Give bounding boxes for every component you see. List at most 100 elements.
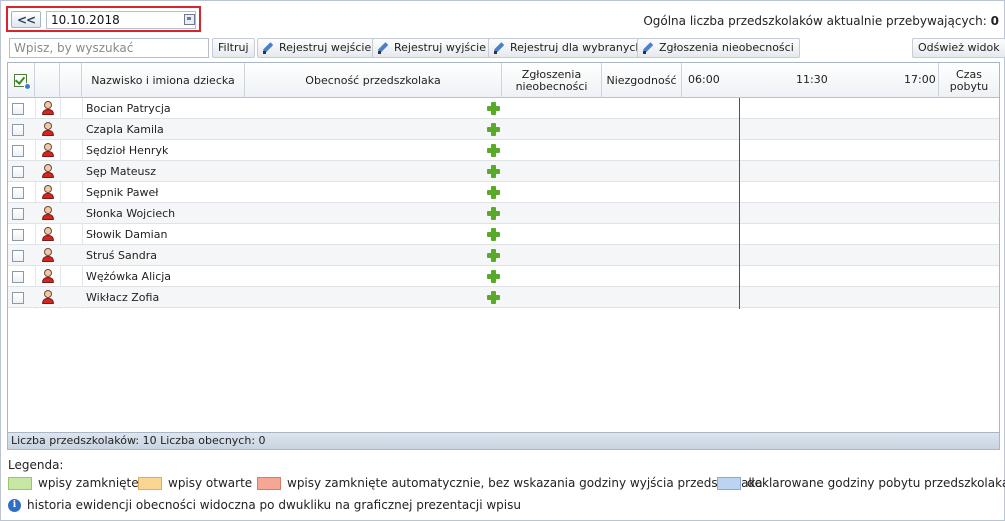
table-row[interactable]: Słowik Damian xyxy=(8,224,999,245)
add-presence-icon[interactable] xyxy=(487,186,500,199)
grid-header: Nazwisko i imiona dziecka Obecność przed… xyxy=(8,63,999,98)
legend-item-declared-hours: deklarowane godziny pobytu przedszkolaka xyxy=(717,476,1005,490)
child-icon xyxy=(41,122,55,137)
refresh-view-label: Odśwież widok xyxy=(918,41,1000,54)
add-presence-icon[interactable] xyxy=(487,123,500,136)
child-name: Słowik Damian xyxy=(86,228,168,241)
add-presence-icon[interactable] xyxy=(487,270,500,283)
add-presence-icon[interactable] xyxy=(487,102,500,115)
info-icon: i xyxy=(8,498,21,512)
add-presence-icon[interactable] xyxy=(487,228,500,241)
row-checkbox[interactable] xyxy=(12,124,24,136)
child-name: Sędzioł Henryk xyxy=(86,144,169,157)
row-checkbox[interactable] xyxy=(12,145,24,157)
row-checkbox[interactable] xyxy=(12,271,24,283)
pencil-icon xyxy=(263,42,275,54)
legend-swatch xyxy=(717,476,741,490)
child-icon xyxy=(41,185,55,200)
column-header-absence-reports: Zgłoszenia nieobecności xyxy=(502,63,602,98)
select-all-checkbox-icon[interactable] xyxy=(14,73,31,90)
total-present-value: 0 xyxy=(990,14,999,28)
child-icon xyxy=(41,290,55,305)
legend-info: i historia ewidencji obecności widoczna … xyxy=(8,498,521,512)
table-row[interactable]: Czapla Kamila xyxy=(8,119,999,140)
legend-item-closed: wpisy zamknięte xyxy=(8,476,139,490)
child-name: Wikłacz Zofia xyxy=(86,291,160,304)
table-row[interactable]: Słonka Wojciech xyxy=(8,203,999,224)
refresh-view-button[interactable]: Odśwież widok xyxy=(912,38,1005,58)
table-row[interactable]: Sępnik Paweł xyxy=(8,182,999,203)
register-selected-label: Rejestruj dla wybranych xyxy=(510,41,643,54)
child-name: Wężówka Alicja xyxy=(86,270,172,283)
child-name: Słonka Wojciech xyxy=(86,207,176,220)
column-header-name[interactable]: Nazwisko i imiona dziecka xyxy=(82,63,245,98)
column-header-timeline: 06:00 11:30 17:00 xyxy=(682,63,939,98)
child-name: Sęp Mateusz xyxy=(86,165,157,178)
toolbar: Filtruj Rejestruj wejście Rejestruj wyjś… xyxy=(7,37,1005,59)
select-all-header[interactable] xyxy=(8,63,35,98)
register-exit-label: Rejestruj wyjście xyxy=(394,41,486,54)
child-icon xyxy=(41,227,55,242)
child-icon xyxy=(41,143,55,158)
row-checkbox[interactable] xyxy=(12,250,24,262)
table-row[interactable]: Bocian Patrycja xyxy=(8,98,999,119)
row-checkbox[interactable] xyxy=(12,208,24,220)
row-checkbox[interactable] xyxy=(12,166,24,178)
add-presence-icon[interactable] xyxy=(487,144,500,157)
table-row[interactable]: Sęp Mateusz xyxy=(8,161,999,182)
register-entry-button[interactable]: Rejestruj wejście xyxy=(257,38,378,58)
child-name: Czapla Kamila xyxy=(86,123,164,136)
date-input[interactable]: 10.10.2018 xyxy=(46,11,196,29)
total-present-label: Ogólna liczba przedszkolaków aktualnie p… xyxy=(643,14,987,28)
search-input[interactable] xyxy=(9,38,209,58)
row-checkbox[interactable] xyxy=(12,229,24,241)
child-icon xyxy=(41,101,55,116)
column-header-discrepancy: Niezgodność xyxy=(602,63,682,98)
time-label-0600: 06:00 xyxy=(688,73,720,86)
total-present-counter: Ogólna liczba przedszkolaków aktualnie p… xyxy=(643,14,999,28)
add-presence-icon[interactable] xyxy=(487,165,500,178)
legend-title: Legenda: xyxy=(8,458,64,472)
table-row[interactable]: Sędzioł Henryk xyxy=(8,140,999,161)
add-presence-icon[interactable] xyxy=(487,249,500,262)
child-icon xyxy=(41,248,55,263)
legend-label: deklarowane godziny pobytu przedszkolaka xyxy=(747,476,1005,490)
absence-reports-label: Zgłoszenia nieobecności xyxy=(659,41,794,54)
legend-item-open: wpisy otwarte xyxy=(138,476,252,490)
child-name: Struś Sandra xyxy=(86,249,157,262)
child-icon xyxy=(41,269,55,284)
time-label-1700: 17:00 xyxy=(904,73,936,86)
legend-label: wpisy otwarte xyxy=(168,476,253,490)
row-checkbox[interactable] xyxy=(12,292,24,304)
absence-reports-button[interactable]: Zgłoszenia nieobecności xyxy=(637,38,800,58)
child-name: Bocian Patrycja xyxy=(86,102,171,115)
add-presence-icon[interactable] xyxy=(487,207,500,220)
attendance-window: << 10.10.2018 Ogólna liczba przedszkolak… xyxy=(0,0,1005,521)
previous-day-button[interactable]: << xyxy=(11,11,41,28)
legend-swatch xyxy=(257,476,281,490)
legend: wpisy zamknięte wpisy otwarte wpisy zamk… xyxy=(8,476,1005,492)
register-entry-label: Rejestruj wejście xyxy=(279,41,372,54)
filter-button[interactable]: Filtruj xyxy=(212,38,255,58)
row-checkbox[interactable] xyxy=(12,187,24,199)
table-row[interactable]: Wikłacz Zofia xyxy=(8,287,999,308)
child-name: Sępnik Paweł xyxy=(86,186,159,199)
child-icon xyxy=(41,164,55,179)
pencil-icon xyxy=(494,42,506,54)
pencil-icon xyxy=(643,42,655,54)
child-icon xyxy=(41,206,55,221)
add-presence-icon[interactable] xyxy=(487,291,500,304)
register-selected-button[interactable]: Rejestruj dla wybranych xyxy=(488,38,649,58)
filter-button-label: Filtruj xyxy=(218,41,249,54)
date-selector: << 10.10.2018 xyxy=(6,6,201,32)
register-exit-button[interactable]: Rejestruj wyjście xyxy=(372,38,492,58)
legend-item-auto-closed: wpisy zamknięte automatycznie, bez wskaz… xyxy=(257,476,763,490)
current-time-line xyxy=(739,98,740,309)
table-row[interactable]: Struś Sandra xyxy=(8,245,999,266)
legend-info-text: historia ewidencji obecności widoczna po… xyxy=(27,498,521,512)
calendar-icon[interactable] xyxy=(184,14,195,25)
row-checkbox[interactable] xyxy=(12,103,24,115)
legend-label: wpisy zamknięte automatycznie, bez wskaz… xyxy=(287,476,763,490)
table-row[interactable]: Wężówka Alicja xyxy=(8,266,999,287)
time-label-1130: 11:30 xyxy=(796,73,828,86)
